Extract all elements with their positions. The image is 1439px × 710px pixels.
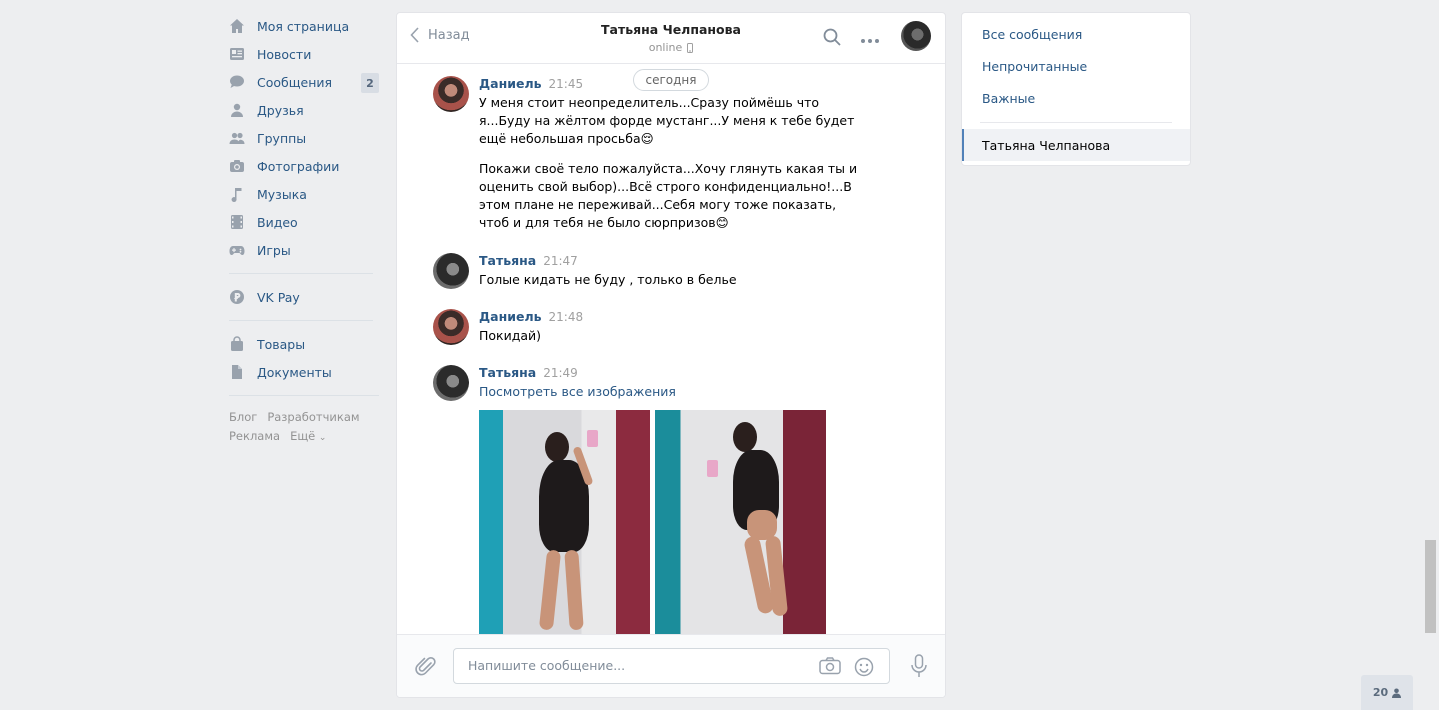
more-actions-icon[interactable] — [860, 33, 880, 48]
camera-icon[interactable] — [819, 657, 841, 679]
attach-icon[interactable] — [415, 655, 437, 681]
footer-link-blog[interactable]: Блог — [229, 410, 257, 424]
nav-item-label: Сообщения — [257, 74, 333, 90]
emoji-icon[interactable] — [854, 657, 874, 681]
author-avatar[interactable] — [433, 76, 469, 112]
message-item: Татьяна 21:47 Голые кидать не буду , толь… — [433, 253, 873, 289]
friends-icon — [229, 102, 245, 118]
online-friends-button[interactable]: 20 — [1361, 675, 1413, 710]
nav-divider — [229, 273, 373, 274]
message-filters-panel: Все сообщения Непрочитанные Важные Татья… — [961, 12, 1191, 166]
message-item: Даниель 21:48 Покидай) — [433, 309, 873, 345]
nav-item-news[interactable]: Новости — [229, 40, 381, 68]
message-text: У меня стоит неопределитель...Сразу пойм… — [479, 94, 859, 232]
photo-attachment[interactable] — [479, 410, 650, 635]
message-text: Голые кидать не буду , только в белье — [479, 272, 737, 287]
nav-item-label: Музыка — [257, 186, 307, 202]
footer-more-label: Ещё — [290, 429, 316, 443]
message-time[interactable]: 21:48 — [549, 310, 584, 324]
nav-item-label: Видео — [257, 214, 298, 230]
messages-counter-badge: 2 — [361, 73, 379, 93]
nav-item-my-page[interactable]: Моя страница — [229, 12, 381, 40]
nav-item-label: Группы — [257, 130, 307, 146]
nav-item-label: Новости — [257, 46, 312, 62]
page-scrollbar[interactable] — [1425, 540, 1436, 633]
filter-all-messages[interactable]: Все сообщения — [982, 27, 1082, 42]
footer-link-developers[interactable]: Разработчикам — [267, 410, 359, 424]
nav-item-video[interactable]: Видео — [229, 208, 381, 236]
message-author[interactable]: Даниель — [479, 309, 542, 324]
active-conversation-item[interactable]: Татьяна Челпанова — [962, 129, 1190, 161]
nav-item-groups[interactable]: Группы — [229, 124, 381, 152]
nav-item-label: Фотографии — [257, 158, 340, 174]
message-author[interactable]: Татьяна — [479, 253, 536, 268]
message-input-box[interactable] — [453, 648, 890, 684]
microphone-icon[interactable] — [910, 654, 928, 682]
nav-divider — [229, 320, 373, 321]
docs-icon — [229, 364, 245, 380]
filter-divider — [980, 122, 1172, 123]
nav-item-label: Игры — [257, 242, 291, 258]
online-count: 20 — [1372, 686, 1389, 699]
nav-item-messages[interactable]: Сообщения 2 — [229, 68, 381, 96]
message-item: Татьяна 21:49 Посмотреть все изображения — [433, 365, 873, 635]
author-avatar[interactable] — [433, 309, 469, 345]
video-icon — [229, 214, 245, 230]
nav-item-vkpay[interactable]: VK Pay — [229, 283, 381, 311]
footer-link-ads[interactable]: Реклама — [229, 429, 280, 443]
nav-item-label: Товары — [257, 336, 306, 352]
author-avatar[interactable] — [433, 365, 469, 401]
nav-item-documents[interactable]: Документы — [229, 358, 381, 386]
person-icon — [1392, 688, 1402, 698]
nav-footer: Блог Разработчикам Реклама Ещё ⌄ — [229, 408, 381, 448]
message-author[interactable]: Татьяна — [479, 365, 536, 380]
games-icon — [229, 242, 245, 258]
author-avatar[interactable] — [433, 253, 469, 289]
message-text: Покидай) — [479, 328, 542, 343]
mobile-icon — [687, 42, 694, 53]
chevron-down-icon: ⌄ — [318, 433, 327, 443]
nav-item-market[interactable]: Товары — [229, 330, 381, 358]
news-icon — [229, 46, 245, 62]
message-time[interactable]: 21:47 — [543, 254, 578, 268]
chat-window: Назад Татьяна Челпанова online сегодня Д… — [396, 12, 946, 698]
filter-important[interactable]: Важные — [982, 91, 1035, 106]
photo-attachments — [479, 410, 873, 635]
photo-attachment[interactable] — [655, 410, 826, 635]
message-composer — [397, 634, 945, 697]
nav-item-label: Документы — [257, 364, 332, 380]
nav-item-label: VK Pay — [257, 289, 300, 305]
photos-icon — [229, 158, 245, 174]
nav-item-music[interactable]: Музыка — [229, 180, 381, 208]
message-paragraph: Покажи своё тело пожалуйста...Хочу гляну… — [479, 161, 858, 230]
nav-item-label: Моя страница — [257, 18, 350, 34]
message-author[interactable]: Даниель — [479, 76, 542, 91]
nav-item-friends[interactable]: Друзья — [229, 96, 381, 124]
message-item: Даниель 21:45 У меня стоит неопределитель… — [433, 76, 873, 244]
music-icon — [229, 186, 245, 202]
groups-icon — [229, 130, 245, 146]
message-paragraph: У меня стоит неопределитель...Сразу пойм… — [479, 95, 855, 146]
nav-item-games[interactable]: Игры — [229, 236, 381, 264]
peer-avatar[interactable] — [901, 21, 931, 51]
nav-item-label: Друзья — [257, 102, 304, 118]
message-input[interactable] — [466, 657, 800, 674]
messages-icon — [229, 74, 245, 90]
view-all-images-link[interactable]: Посмотреть все изображения — [479, 384, 676, 399]
peer-status-text: online — [648, 41, 683, 54]
message-time[interactable]: 21:49 — [543, 366, 578, 380]
search-icon[interactable] — [822, 27, 842, 51]
nav-divider — [229, 395, 379, 396]
market-icon — [229, 336, 245, 352]
message-time[interactable]: 21:45 — [549, 77, 584, 91]
footer-link-more[interactable]: Ещё ⌄ — [290, 429, 326, 443]
filter-unread[interactable]: Непрочитанные — [982, 59, 1087, 74]
vkpay-icon — [229, 289, 245, 305]
left-navigation: Моя страница Новости Сообщения 2 Друзья … — [229, 12, 381, 448]
home-icon — [229, 18, 245, 34]
nav-item-photos[interactable]: Фотографии — [229, 152, 381, 180]
message-history[interactable]: сегодня Даниель 21:45 У меня стоит неопре… — [397, 64, 945, 635]
chat-header: Назад Татьяна Челпанова online — [397, 13, 945, 64]
